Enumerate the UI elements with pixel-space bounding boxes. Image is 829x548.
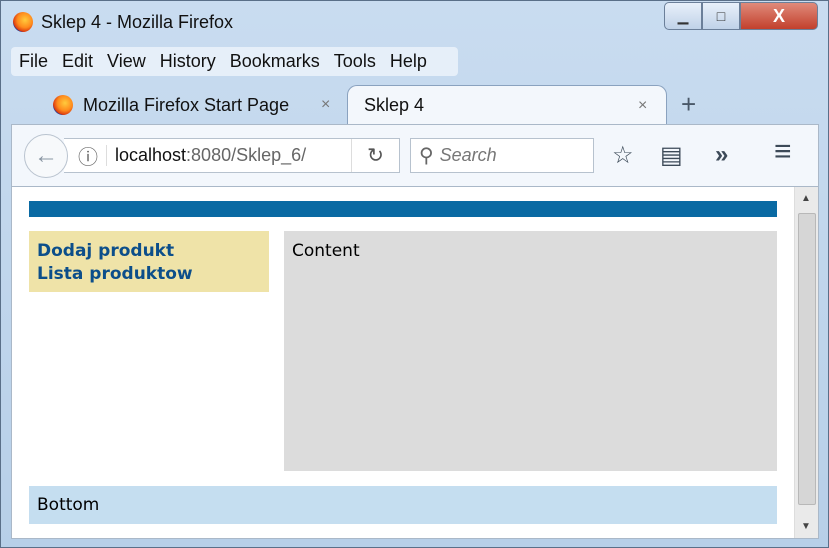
browser-window: Sklep 4 - Mozilla Firefox ▁ □ X File Edi… — [0, 0, 829, 548]
reload-icon[interactable]: ↻ — [351, 139, 399, 172]
navigation-toolbar: ⓘ localhost:8080/Sklep_6/ ↻ ← ⚲ Search ☆… — [11, 124, 819, 186]
back-button[interactable]: ← — [24, 134, 68, 178]
firefox-logo-icon — [53, 95, 73, 115]
new-tab-button[interactable]: + — [681, 89, 696, 120]
menu-edit[interactable]: Edit — [62, 51, 93, 72]
url-path: :8080/Sklep_6/ — [186, 145, 307, 165]
menu-history[interactable]: History — [160, 51, 216, 72]
page-footer: Bottom — [29, 486, 777, 524]
tab-label: Sklep 4 — [364, 95, 425, 115]
page-viewport: Dodaj produkt Lista produktow Content Bo… — [11, 186, 819, 539]
search-icon: ⚲ — [419, 145, 434, 167]
title-bar: Sklep 4 - Mozilla Firefox ▁ □ X — [1, 1, 828, 43]
menu-view[interactable]: View — [107, 51, 146, 72]
menu-bookmarks[interactable]: Bookmarks — [230, 51, 320, 72]
search-box[interactable]: ⚲ Search — [410, 138, 594, 173]
scroll-down-icon[interactable]: ▼ — [801, 521, 811, 532]
menu-file[interactable]: File — [19, 51, 48, 72]
search-placeholder: Search — [439, 145, 497, 165]
firefox-logo-icon — [13, 12, 33, 32]
tab-close-icon[interactable]: × — [321, 96, 330, 114]
hamburger-menu-icon[interactable]: ≡ — [774, 135, 792, 169]
tab-label: Mozilla Firefox Start Page — [83, 94, 290, 115]
menu-tools[interactable]: Tools — [334, 51, 376, 72]
link-dodaj-produkt[interactable]: Dodaj produkt — [37, 240, 261, 263]
reading-list-icon[interactable]: ▤ — [660, 141, 683, 170]
tab-sklep-4[interactable]: Sklep 4 × — [347, 85, 667, 125]
scroll-up-icon[interactable]: ▲ — [801, 193, 811, 204]
page-content: Content — [284, 231, 777, 471]
tab-start-page[interactable]: Mozilla Firefox Start Page × — [43, 85, 347, 125]
page-header-bar — [29, 201, 777, 217]
url-bar[interactable]: ⓘ localhost:8080/Sklep_6/ ↻ — [64, 138, 400, 173]
link-lista-produktow[interactable]: Lista produktow — [37, 263, 261, 286]
bookmark-star-icon[interactable]: ☆ — [612, 141, 634, 170]
menu-help[interactable]: Help — [390, 51, 427, 72]
overflow-menu-icon[interactable]: » — [715, 141, 728, 169]
info-icon[interactable]: ⓘ — [78, 141, 98, 170]
vertical-scrollbar[interactable]: ▲ ▼ — [794, 187, 818, 538]
maximize-button[interactable]: □ — [702, 2, 740, 30]
minimize-button[interactable]: ▁ — [664, 2, 702, 30]
url-host: localhost — [106, 145, 186, 166]
page-sidebar-menu: Dodaj produkt Lista produktow — [29, 231, 269, 292]
scrollbar-thumb[interactable] — [798, 213, 816, 505]
window-title: Sklep 4 - Mozilla Firefox — [41, 12, 234, 32]
close-window-button[interactable]: X — [740, 2, 818, 30]
menu-bar: File Edit View History Bookmarks Tools H… — [11, 47, 458, 76]
tab-close-icon[interactable]: × — [638, 97, 647, 115]
